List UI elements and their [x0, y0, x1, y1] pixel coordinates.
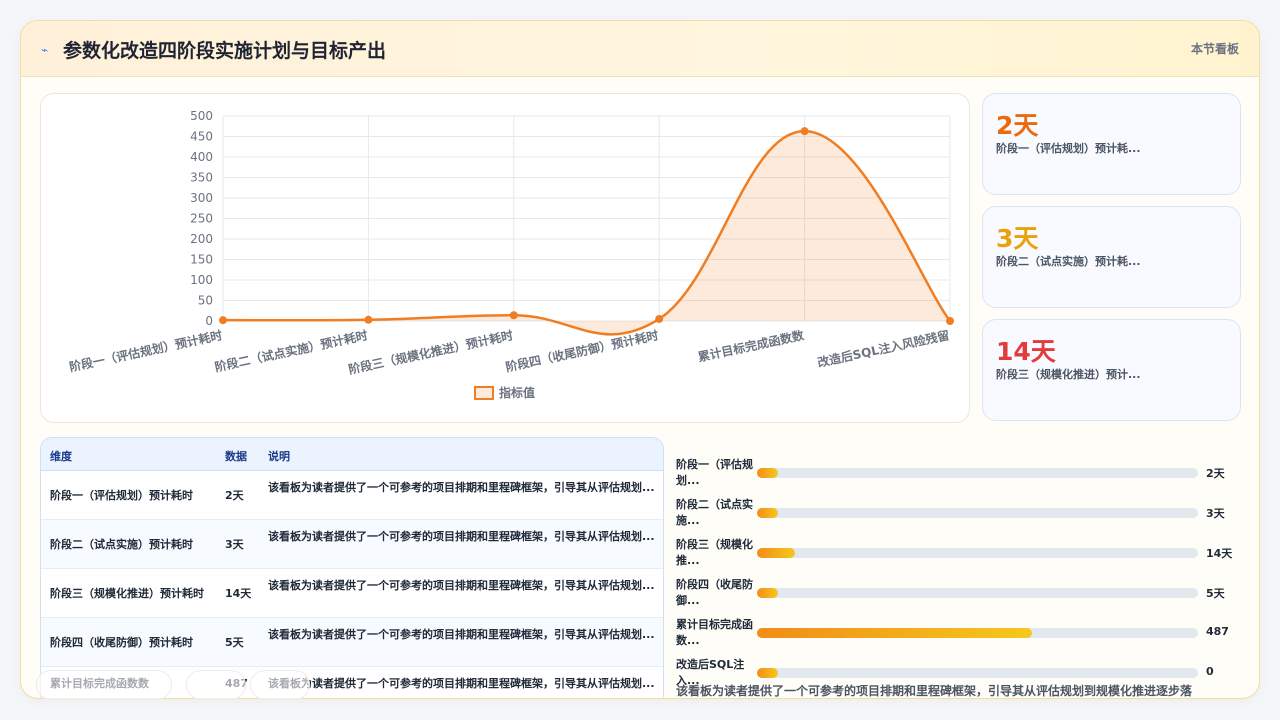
table-row[interactable]: 阶段二（试点实施）预计耗时 3天 该看板为读者提供了一个可参考的项目排期和里程碑… — [41, 520, 663, 569]
bar-value: 0 — [1206, 665, 1214, 678]
bar-label: 阶段一（评估规划... — [676, 458, 753, 487]
data-point — [800, 127, 809, 136]
table-row[interactable]: 阶段三（规模化推进）预计耗时 14天 该看板为读者提供了一个可参考的项目排期和里… — [41, 569, 663, 618]
bar-fill — [757, 548, 795, 558]
kpi-value: 2天 — [996, 111, 1039, 140]
bar-item: 阶段四（收尾防御... 5天 — [676, 577, 1246, 611]
bar-fill — [757, 508, 779, 518]
y-tick-label: 400 — [190, 150, 213, 164]
x-tick-label: 累计目标完成函数数 — [696, 327, 806, 364]
table-row[interactable]: 阶段一（评估规划）预计耗时 2天 该看板为读者提供了一个可参考的项目排期和里程碑… — [41, 471, 663, 520]
summary-text: 该看板为读者提供了一个可参考的项目排期和里程碑框架，引导其从评估规划到规模化推进… — [676, 684, 1193, 698]
bar-value: 5天 — [1206, 587, 1225, 600]
cell-description: 该看板为读者提供了一个可参考的项目排期和里程碑框架，引导其从评估规划... — [268, 530, 655, 543]
cell-dimension: 阶段三（规模化推进）预计耗时 — [50, 586, 204, 600]
bar-item: 阶段一（评估规划... 2天 — [676, 457, 1246, 491]
x-tick-label: 阶段一（评估规划）预计耗时 — [68, 327, 224, 374]
kpi-label: 阶段三（规模化推进）预计... — [996, 368, 1141, 381]
table-row[interactable]: 阶段四（收尾防御）预计耗时 5天 该看板为读者提供了一个可参考的项目排期和里程碑… — [41, 618, 663, 667]
bar-track — [757, 588, 1198, 598]
header-dimension: 维度 — [50, 450, 72, 463]
bar-fill — [757, 628, 1033, 638]
bar-item: 累计目标完成函数... 487 — [676, 617, 1246, 651]
bar-list: 阶段一（评估规划... 2天 阶段二（试点实施... 3天 阶段三（规模化推..… — [676, 437, 1246, 687]
bar-track — [757, 508, 1198, 518]
header-data: 数据 — [225, 450, 247, 463]
overlay-pill — [36, 670, 172, 700]
x-tick-label: 阶段二（试点实施）预计耗时 — [213, 327, 369, 374]
y-tick-label: 250 — [190, 212, 213, 226]
table-header: 维度 数据 说明 — [41, 438, 663, 471]
line-chart-card: 0 50 100 150 200 250 300 350 400 450 500 阶段一（评估规划）预… — [40, 93, 970, 423]
kpi-label: 阶段一（评估规划）预计耗... — [996, 142, 1141, 155]
bar-fill — [757, 588, 779, 598]
cell-description: 该看板为读者提供了一个可参考的项目排期和里程碑框架，引导其从评估规划... — [268, 677, 655, 690]
overlay-pill — [250, 670, 310, 700]
x-tick-label: 阶段四（收尾防御）预计耗时 — [504, 327, 660, 374]
data-point — [364, 315, 373, 324]
y-tick-label: 350 — [190, 171, 213, 185]
cell-value: 14天 — [225, 586, 252, 600]
bar-track — [757, 628, 1198, 638]
cell-value: 2天 — [225, 488, 244, 502]
cell-dimension: 阶段二（试点实施）预计耗时 — [50, 537, 193, 551]
bar-label: 累计目标完成函数... — [676, 618, 753, 647]
panel-header: ⌁ 参数化改造四阶段实施计划与目标产出 本节看板 — [21, 21, 1259, 77]
kpi-value: 3天 — [996, 224, 1039, 253]
bar-value: 3天 — [1206, 507, 1225, 520]
y-tick-label: 500 — [190, 109, 213, 123]
bar-label: 阶段二（试点实施... — [676, 498, 753, 527]
bar-track — [757, 548, 1198, 558]
cell-value: 5天 — [225, 635, 244, 649]
bar-value: 2天 — [1206, 467, 1225, 480]
overlay-pill — [186, 670, 246, 700]
data-table: 维度 数据 说明 阶段一（评估规划）预计耗时 2天 该看板为读者提供了一个可参考… — [40, 437, 664, 698]
data-point — [655, 314, 664, 323]
cell-description: 该看板为读者提供了一个可参考的项目排期和里程碑框架，引导其从评估规划... — [268, 481, 655, 494]
legend-label: 指标值 — [499, 385, 535, 400]
x-tick-label: 改造后SQL注入风险残留 — [816, 327, 951, 370]
cell-dimension: 阶段一（评估规划）预计耗时 — [50, 488, 193, 502]
cell-description: 该看板为读者提供了一个可参考的项目排期和里程碑框架，引导其从评估规划... — [268, 579, 655, 592]
lightning-icon: ⌁ — [41, 43, 49, 57]
kpi-card-1: 2天 阶段一（评估规划）预计耗... — [982, 93, 1241, 195]
bar-item: 阶段三（规模化推... 14天 — [676, 537, 1246, 571]
header-description: 说明 — [268, 450, 290, 463]
cell-value: 3天 — [225, 537, 244, 551]
data-point — [219, 316, 227, 325]
y-tick-label: 0 — [205, 314, 213, 328]
page-title: 参数化改造四阶段实施计划与目标产出 — [63, 40, 387, 62]
bar-fill — [757, 668, 779, 678]
bar-value: 14天 — [1206, 547, 1233, 560]
y-tick-label: 150 — [190, 253, 213, 267]
kpi-label: 阶段二（试点实施）预计耗... — [996, 255, 1141, 268]
line-chart: 0 50 100 150 200 250 300 350 400 450 500 阶段一（评估规划）预… — [68, 109, 954, 400]
bar-fill — [757, 468, 779, 478]
cell-description: 该看板为读者提供了一个可参考的项目排期和里程碑框架，引导其从评估规划... — [268, 628, 655, 641]
y-tick-label: 50 — [198, 294, 213, 308]
data-point — [509, 311, 518, 320]
y-tick-label: 200 — [190, 232, 213, 246]
cell-dimension: 阶段四（收尾防御）预计耗时 — [50, 635, 193, 649]
series-area — [223, 131, 950, 335]
kpi-value: 14天 — [996, 337, 1056, 366]
y-tick-label: 450 — [190, 130, 213, 144]
bar-value: 487 — [1206, 625, 1229, 638]
kpi-card-2: 3天 阶段二（试点实施）预计耗... — [982, 206, 1241, 308]
bar-track — [757, 668, 1198, 678]
kpi-card-3: 14天 阶段三（规模化推进）预计... — [982, 319, 1241, 421]
board-label[interactable]: 本节看板 — [1191, 40, 1239, 57]
x-tick-label: 阶段三（规模化推进）预计耗时 — [347, 327, 514, 377]
bar-label: 阶段四（收尾防御... — [676, 578, 753, 607]
y-tick-label: 100 — [190, 273, 213, 287]
bar-track — [757, 468, 1198, 478]
data-point — [946, 317, 954, 325]
y-tick-label: 300 — [190, 191, 213, 205]
bar-item: 阶段二（试点实施... 3天 — [676, 497, 1246, 531]
legend-swatch — [474, 386, 494, 400]
dashboard-panel: ⌁ 参数化改造四阶段实施计划与目标产出 本节看板 0 50 100 150 200 250… — [20, 20, 1260, 699]
bar-label: 阶段三（规模化推... — [676, 538, 753, 567]
